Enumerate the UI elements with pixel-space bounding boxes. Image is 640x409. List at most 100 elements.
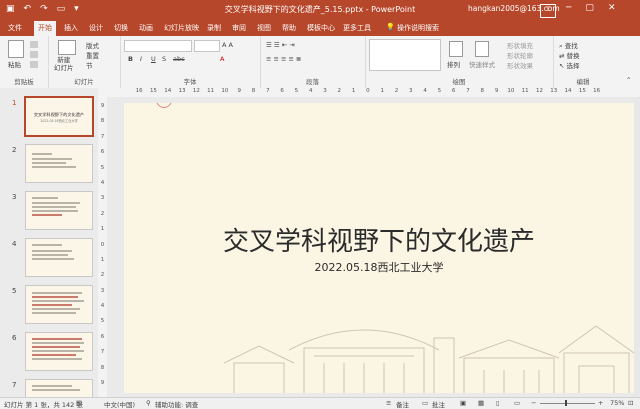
reading-view-icon[interactable]: ▯ bbox=[496, 399, 500, 407]
group-paragraph: ☰ ☰ ⇤ ⇥ ≡ ≡ ≡ ≡ ≣ 段落 bbox=[260, 36, 366, 88]
ruler-tick: 6 bbox=[100, 149, 105, 156]
underline-icon[interactable]: U bbox=[151, 55, 156, 63]
font-family-select[interactable] bbox=[124, 40, 192, 52]
fit-to-window-icon[interactable]: ⊡ bbox=[628, 399, 633, 407]
tab-transitions[interactable]: 切换 bbox=[114, 23, 128, 33]
ruler-tick: 16 bbox=[135, 88, 143, 94]
strikethrough-icon[interactable]: abc bbox=[173, 55, 185, 63]
ruler-tick: 6 bbox=[100, 333, 105, 340]
grow-font-icon[interactable]: A A bbox=[222, 41, 233, 49]
ruler-tick: 7 bbox=[100, 133, 105, 140]
paste-icon[interactable] bbox=[8, 40, 24, 58]
shape-fill-button[interactable]: 形状填充 bbox=[507, 40, 533, 50]
tab-animations[interactable]: 动画 bbox=[139, 23, 153, 33]
normal-view-icon[interactable]: ▣ bbox=[460, 399, 466, 407]
slideshow-view-icon[interactable]: ▭ bbox=[514, 399, 520, 407]
tab-help[interactable]: 帮助 bbox=[282, 23, 296, 33]
preview-subtitle: 2022.05.18西北工业大学 bbox=[40, 119, 78, 123]
quick-styles-icon[interactable] bbox=[475, 41, 489, 57]
slide-number: 4 bbox=[12, 240, 17, 248]
layout-button[interactable]: 版式 bbox=[86, 40, 99, 50]
replace-icon: ⇄ bbox=[559, 52, 565, 60]
share-icon[interactable]: ⇪ bbox=[540, 4, 556, 18]
new-slide-button[interactable]: 新建 幻灯片 bbox=[54, 56, 74, 72]
thumbnail-slide-5[interactable]: 5 bbox=[0, 285, 98, 331]
ruler-tick: 6 bbox=[451, 88, 456, 94]
slide-preview bbox=[25, 379, 93, 397]
tell-me-search[interactable]: 操作说明搜索 bbox=[397, 23, 439, 33]
tab-slideshow[interactable]: 幻灯片放映 bbox=[164, 23, 199, 33]
zoom-level[interactable]: 75% bbox=[610, 399, 624, 407]
thumbnail-slide-2[interactable]: 2 bbox=[0, 144, 98, 190]
font-color-icon[interactable]: A bbox=[220, 55, 224, 63]
tab-record[interactable]: 录制 bbox=[207, 23, 221, 33]
format-painter-icon[interactable] bbox=[30, 61, 38, 68]
align-icon[interactable]: ≡ ≡ ≡ ≡ ≣ bbox=[266, 55, 302, 63]
tab-home[interactable]: 开始 bbox=[34, 21, 56, 36]
ruler-tick: 14 bbox=[164, 88, 172, 94]
tab-templates[interactable]: 模板中心 bbox=[307, 23, 335, 33]
tab-view[interactable]: 视图 bbox=[257, 23, 271, 33]
arrange-button[interactable]: 排列 bbox=[447, 59, 460, 69]
ruler-tick: 13 bbox=[550, 88, 558, 94]
bullets-icon[interactable]: ☰ ☰ ⇤ ⇥ bbox=[266, 41, 295, 49]
bold-icon[interactable]: B bbox=[128, 55, 133, 63]
new-slide-icon[interactable] bbox=[58, 40, 76, 55]
slide-thumbnails-pane: 1 交叉学科视野下的文化遗产 2022.05.18西北工业大学 2 3 4 5 … bbox=[0, 88, 99, 397]
tab-more-tools[interactable]: 更多工具 bbox=[343, 23, 371, 33]
thumbnail-slide-3[interactable]: 3 bbox=[0, 191, 98, 237]
close-icon[interactable]: ✕ bbox=[608, 3, 616, 13]
select-button[interactable]: ↖ 选择 bbox=[559, 60, 580, 70]
thumbnail-slide-1[interactable]: 1 交叉学科视野下的文化遗产 2022.05.18西北工业大学 bbox=[0, 96, 98, 143]
italic-icon[interactable]: I bbox=[140, 55, 142, 63]
copy-icon[interactable] bbox=[30, 51, 38, 58]
ruler-tick: 9 bbox=[100, 380, 105, 387]
shapes-gallery[interactable] bbox=[369, 39, 441, 71]
slide-title[interactable]: 交叉学科视野下的文化遗产 bbox=[124, 221, 634, 258]
slide-sorter-icon[interactable]: ▦ bbox=[478, 399, 484, 407]
reset-button[interactable]: 重置 bbox=[86, 50, 99, 60]
tab-review[interactable]: 审阅 bbox=[232, 23, 246, 33]
group-label: 段落 bbox=[306, 78, 319, 86]
shape-outline-button[interactable]: 形状轮廓 bbox=[507, 50, 533, 60]
current-slide[interactable]: 交叉学科视野下的文化遗产 2022.05.18西北工业大学 bbox=[124, 103, 634, 393]
slide-subtitle[interactable]: 2022.05.18西北工业大学 bbox=[124, 259, 634, 275]
thumbnail-slide-4[interactable]: 4 bbox=[0, 238, 98, 284]
ruler-tick: 9 bbox=[494, 88, 499, 94]
replace-button[interactable]: ⇄ 替换 bbox=[559, 50, 580, 60]
zoom-in-icon[interactable]: + bbox=[598, 399, 603, 407]
quick-styles-button[interactable]: 快速样式 bbox=[469, 59, 495, 69]
ruler-tick: 3 bbox=[323, 88, 327, 94]
thumbnail-slide-7[interactable]: 7 bbox=[0, 379, 98, 397]
zoom-slider[interactable] bbox=[540, 403, 595, 404]
cut-icon[interactable] bbox=[30, 41, 38, 48]
zoom-out-icon[interactable]: − bbox=[531, 399, 536, 407]
ruler-tick: 8 bbox=[100, 118, 105, 125]
ruler-tick: 7 bbox=[466, 88, 470, 94]
tab-insert[interactable]: 插入 bbox=[64, 23, 78, 33]
vertical-scrollbar[interactable] bbox=[634, 97, 640, 397]
ruler-tick: 1 bbox=[100, 226, 105, 233]
thumbnail-slide-6[interactable]: 6 bbox=[0, 332, 98, 378]
ruler-tick: 8 bbox=[251, 88, 256, 94]
font-size-select[interactable] bbox=[194, 40, 220, 52]
group-clipboard: 粘贴 剪贴板 bbox=[0, 36, 49, 88]
tab-file[interactable]: 文件 bbox=[8, 23, 22, 33]
paste-button[interactable]: 粘贴 bbox=[8, 59, 21, 69]
shape-effects-button[interactable]: 形状效果 bbox=[507, 60, 533, 70]
ruler-tick: 2 bbox=[337, 88, 342, 94]
minimize-icon[interactable]: ─ bbox=[566, 3, 571, 13]
spell-check-icon[interactable]: ▤ bbox=[76, 399, 82, 407]
zoom-slider-thumb[interactable] bbox=[565, 400, 567, 406]
arrange-icon[interactable] bbox=[449, 41, 463, 57]
slide-editing-area: 交叉学科视野下的文化遗产 2022.05.18西北工业大学 bbox=[107, 97, 640, 397]
ruler-tick: 2 bbox=[100, 272, 105, 279]
group-label: 幻灯片 bbox=[74, 78, 94, 86]
slide-preview bbox=[25, 238, 93, 277]
maximize-icon[interactable]: ▢ bbox=[585, 3, 594, 13]
ruler-tick: 5 bbox=[437, 88, 442, 94]
section-button[interactable]: 节 bbox=[86, 60, 93, 70]
collapse-ribbon-icon[interactable]: ⌃ bbox=[626, 76, 631, 84]
shadow-icon[interactable]: S bbox=[162, 55, 166, 63]
tab-design[interactable]: 设计 bbox=[89, 23, 103, 33]
